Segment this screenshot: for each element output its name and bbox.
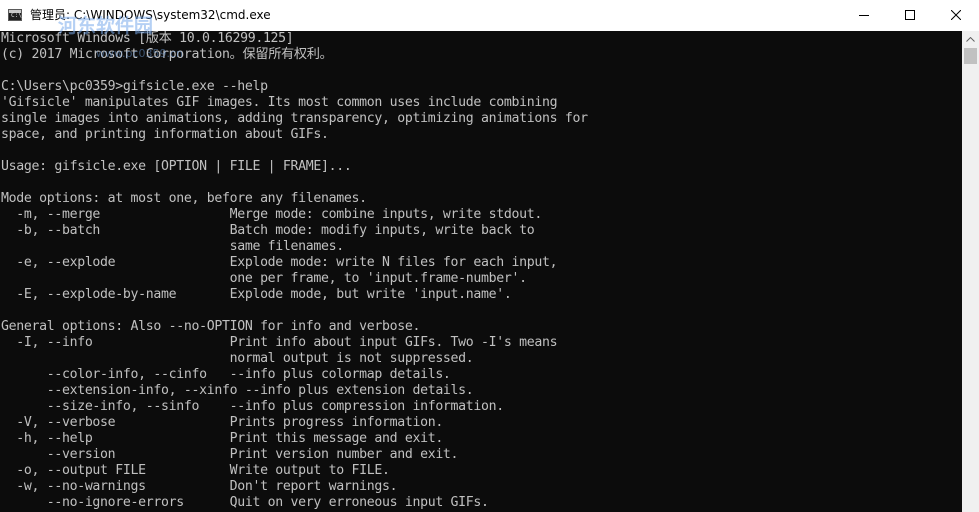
console-line: --color-info, --cinfo --info plus colorm… — [1, 367, 451, 382]
console-line: -E, --explode-by-name Explode mode, but … — [1, 287, 512, 302]
console-line: same filenames. — [1, 239, 345, 254]
console-output[interactable]: Microsoft Windows [版本 10.0.16299.125] (c)… — [0, 31, 962, 512]
console-line: -o, --output FILE Write output to FILE. — [1, 463, 390, 478]
console-line: normal output is not suppressed. — [1, 351, 474, 366]
console-line: --extension-info, --xinfo --info plus ex… — [1, 383, 474, 398]
scroll-up-arrow-icon — [966, 37, 975, 42]
close-icon — [951, 10, 961, 20]
maximize-icon — [905, 10, 915, 20]
console-line: (c) 2017 Microsoft Corporation。保留所有权利。 — [1, 47, 333, 62]
cmd-icon[interactable]: C:\ — [8, 9, 22, 21]
console-line: --size-info, --sinfo --info plus compres… — [1, 399, 505, 414]
console-line: --no-ignore-errors Quit on very erroneou… — [1, 495, 489, 510]
console-line: Mode options: at most one, before any fi… — [1, 191, 367, 206]
console-line: Microsoft Windows [版本 10.0.16299.125] — [1, 31, 294, 46]
console-line: -I, --info Print info about input GIFs. … — [1, 335, 558, 350]
scroll-thumb[interactable] — [964, 48, 977, 64]
console-line: General options: Also --no-OPTION for in… — [1, 319, 421, 334]
console-line: space, and printing information about GI… — [1, 127, 329, 142]
console-line: -e, --explode Explode mode: write N file… — [1, 255, 558, 270]
console-line: -m, --merge Merge mode: combine inputs, … — [1, 207, 542, 222]
console-line: one per frame, to 'input.frame-number'. — [1, 271, 527, 286]
console-line: 'Gifsicle' manipulates GIF images. Its m… — [1, 95, 558, 110]
vertical-scrollbar[interactable] — [962, 31, 979, 512]
console-line: -b, --batch Batch mode: modify inputs, w… — [1, 223, 535, 238]
window-controls — [841, 0, 979, 31]
maximize-button[interactable] — [887, 0, 933, 31]
close-button[interactable] — [933, 0, 979, 31]
console-line: single images into animations, adding tr… — [1, 111, 588, 126]
window-title: 管理员: C:\WINDOWS\system32\cmd.exe — [30, 8, 271, 22]
console-text: Microsoft Windows [版本 10.0.16299.125] (c)… — [1, 31, 588, 511]
title-bar[interactable]: C:\ 管理员: C:\WINDOWS\system32\cmd.exe — [0, 0, 979, 32]
console-line: -V, --verbose Prints progress informatio… — [1, 415, 443, 430]
console-line: Usage: gifsicle.exe [OPTION | FILE | FRA… — [1, 159, 352, 174]
cmd-window: C:\ 管理员: C:\WINDOWS\system32\cmd.exe Mic… — [0, 0, 979, 512]
minimize-button[interactable] — [841, 0, 887, 31]
console-line: C:\Users\pc0359>gifsicle.exe --help — [1, 79, 268, 94]
minimize-icon — [859, 15, 869, 16]
cmd-icon-glyph: C:\ — [11, 12, 22, 19]
console-line: -h, --help Print this message and exit. — [1, 431, 443, 446]
scroll-up-button[interactable] — [962, 31, 979, 48]
console-line: -w, --no-warnings Don't report warnings. — [1, 479, 398, 494]
console-line: --version Print version number and exit. — [1, 447, 459, 462]
